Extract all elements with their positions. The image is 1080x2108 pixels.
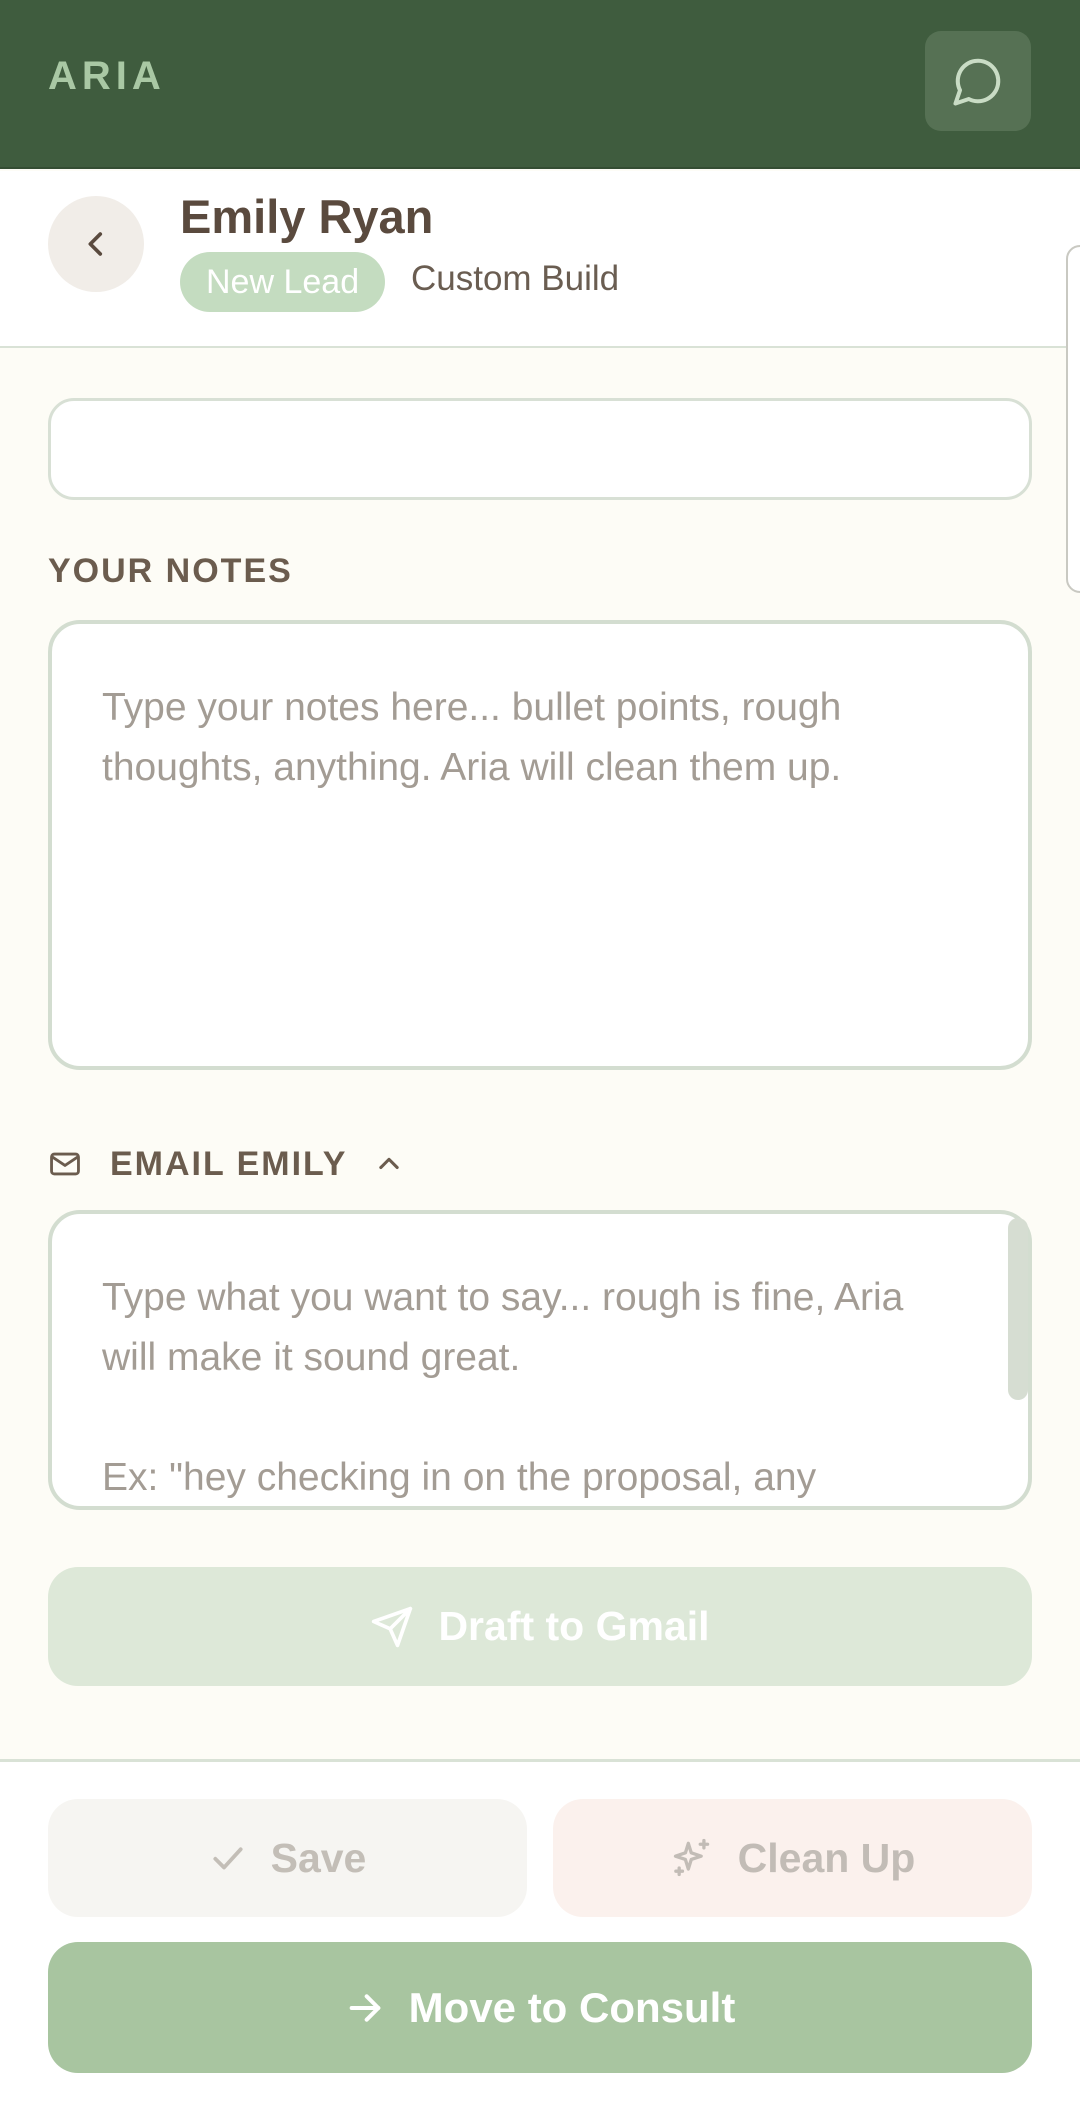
chevron-left-icon xyxy=(88,232,103,256)
mail-icon xyxy=(50,1152,80,1176)
side-drawer-handle[interactable] xyxy=(1066,245,1080,593)
clean-up-button-label: Clean Up xyxy=(737,1834,916,1881)
clean-up-button[interactable]: Clean Up xyxy=(553,1799,1032,1917)
notes-textarea[interactable]: Type your notes here... bullet points, r… xyxy=(48,620,1032,1070)
email-label: EMAIL EMILY xyxy=(110,1144,348,1183)
save-button-label: Save xyxy=(270,1834,367,1881)
arrow-right-icon xyxy=(349,1993,381,2022)
chat-bubble-icon xyxy=(953,58,1001,106)
email-textarea[interactable]: Type what you want to say... rough is fi… xyxy=(48,1210,1032,1510)
chevron-up-icon[interactable] xyxy=(375,1150,403,1178)
brand-logo: ARIA xyxy=(48,54,166,98)
notes-label: YOUR NOTES xyxy=(48,552,293,590)
email-scrollbar[interactable] xyxy=(1008,1218,1028,1400)
chat-button[interactable] xyxy=(925,31,1031,131)
save-button[interactable]: Save xyxy=(48,1799,527,1917)
draft-to-gmail-button[interactable]: Draft to Gmail xyxy=(48,1567,1032,1686)
project-type: Custom Build xyxy=(411,259,620,298)
top-input-field[interactable] xyxy=(48,398,1032,500)
draft-button-label: Draft to Gmail xyxy=(438,1603,710,1649)
back-button[interactable] xyxy=(48,196,144,292)
status-badge: New Lead xyxy=(180,252,386,312)
lead-name: Emily Ryan xyxy=(180,190,434,243)
move-to-consult-button[interactable]: Move to Consult xyxy=(48,1942,1032,2073)
check-icon xyxy=(213,1847,243,1870)
app-header: ARIA xyxy=(0,0,1080,169)
sparkles-icon xyxy=(673,1838,709,1877)
lead-header: Emily Ryan New Lead Custom Build xyxy=(0,171,1080,348)
send-icon xyxy=(372,1606,413,1647)
email-section-header[interactable]: EMAIL EMILY xyxy=(48,1144,403,1184)
move-to-consult-label: Move to Consult xyxy=(408,1983,736,2031)
